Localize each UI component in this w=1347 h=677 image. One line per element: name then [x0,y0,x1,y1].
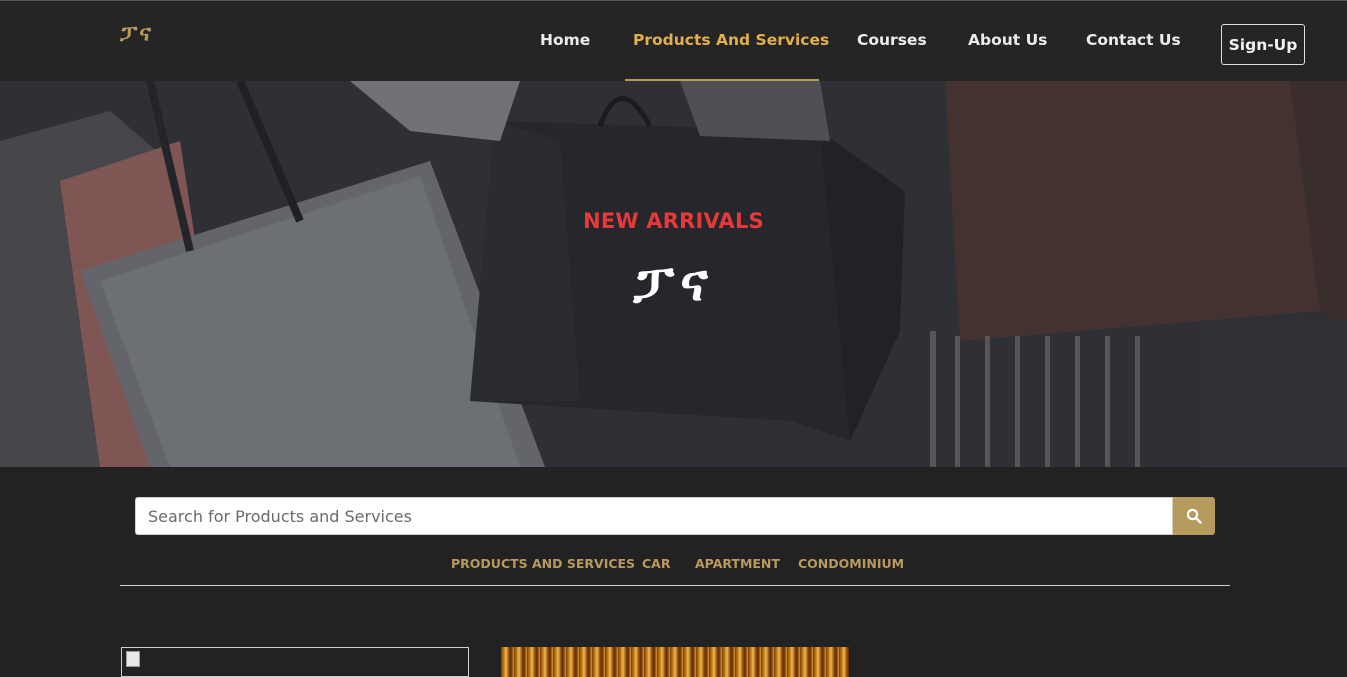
nav-item-home[interactable]: Home [540,31,590,49]
signup-button[interactable]: Sign-Up [1221,24,1305,65]
search-input[interactable] [135,497,1173,535]
search-button[interactable] [1173,497,1215,535]
category-filters: PRODUCTS AND SERVICES CAR APARTMENT COND… [0,556,1347,576]
product-card-image-broken[interactable] [121,647,469,677]
nav-item-products-and-services[interactable]: Products And Services [633,31,829,49]
hero-banner: NEW ARRIVALS ፓና [0,81,1347,467]
search-icon [1186,508,1202,524]
product-card-image[interactable] [501,647,849,677]
nav-item-about-us[interactable]: About Us [968,31,1047,49]
nav-item-contact-us[interactable]: Contact Us [1086,31,1181,49]
category-products-and-services[interactable]: PRODUCTS AND SERVICES [451,556,635,571]
hero-title: ፓና [633,253,714,313]
category-condominium[interactable]: CONDOMINIUM [798,556,904,571]
category-apartment[interactable]: APARTMENT [695,556,780,571]
broken-image-icon [126,651,140,667]
section-divider [120,585,1230,586]
nav-item-courses[interactable]: Courses [857,31,927,49]
category-car[interactable]: CAR [642,556,670,571]
hero-kicker: NEW ARRIVALS [583,209,764,233]
site-logo[interactable]: ፓና [120,21,153,46]
search-bar [135,497,1215,535]
top-navbar: ፓና Home Products And Services Courses Ab… [0,0,1347,82]
